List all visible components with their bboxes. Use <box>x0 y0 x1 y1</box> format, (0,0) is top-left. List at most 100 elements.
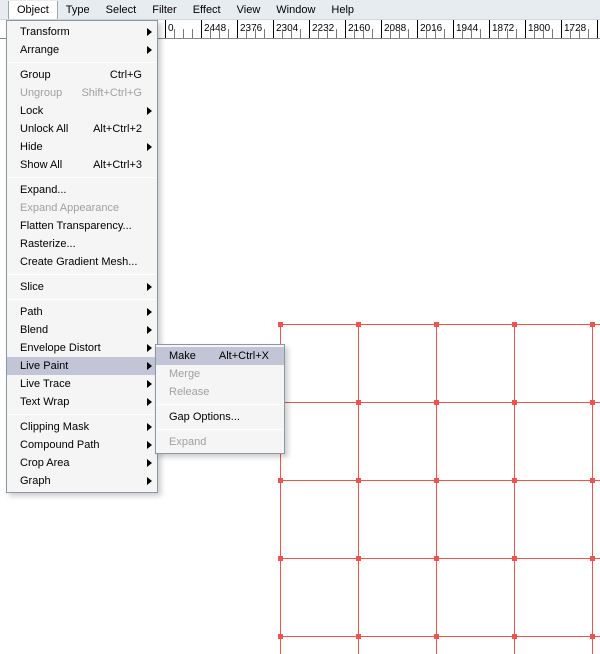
menubar-item-select[interactable]: Select <box>98 1 145 19</box>
ruler-tick: 2016 <box>417 20 418 39</box>
grid-anchor <box>512 634 517 639</box>
ruler-label: 2088 <box>384 23 406 34</box>
object-menu-item-create-gradient-mesh[interactable]: Create Gradient Mesh... <box>7 253 157 271</box>
object-menu-item-rasterize[interactable]: Rasterize... <box>7 235 157 253</box>
menubar: ObjectTypeSelectFilterEffectViewWindowHe… <box>0 0 600 20</box>
object-menu-item-path[interactable]: Path <box>7 303 157 321</box>
grid-anchor <box>434 634 439 639</box>
menu-item-label: Graph <box>20 475 51 487</box>
object-menu-item-hide[interactable]: Hide <box>7 138 157 156</box>
ruler-minor-tick <box>246 29 247 39</box>
menu-item-label: Merge <box>169 368 200 380</box>
ruler-minor-tick <box>372 29 373 39</box>
object-menu-item-live-paint[interactable]: Live Paint <box>7 357 157 375</box>
ruler-label: 1800 <box>528 23 550 34</box>
object-menu-item-compound-path[interactable]: Compound Path <box>7 436 157 454</box>
menu-item-label: Expand... <box>20 184 66 196</box>
ruler-minor-tick <box>390 29 391 39</box>
menubar-item-object[interactable]: Object <box>8 1 58 19</box>
grid-anchor <box>278 478 283 483</box>
grid-line <box>280 402 600 403</box>
ruler-label: 2448 <box>204 23 226 34</box>
submenu-arrow-icon <box>147 107 153 115</box>
grid-anchor <box>512 400 517 405</box>
object-menu-item-text-wrap[interactable]: Text Wrap <box>7 393 157 411</box>
menu-separator <box>8 299 156 300</box>
menu-item-label: Group <box>20 69 51 81</box>
menu-item-label: Lock <box>20 105 43 117</box>
live-paint-item-gap-options[interactable]: Gap Options... <box>156 408 284 426</box>
object-menu-item-blend[interactable]: Blend <box>7 321 157 339</box>
menu-item-label: Slice <box>20 281 44 293</box>
menu-item-shortcut: Alt+Ctrl+2 <box>93 123 142 135</box>
object-menu-item-lock[interactable]: Lock <box>7 102 157 120</box>
grid-line <box>280 480 600 481</box>
menubar-item-view[interactable]: View <box>229 1 269 19</box>
menu-item-label: Compound Path <box>20 439 100 451</box>
grid-anchor <box>434 322 439 327</box>
object-menu-item-group[interactable]: Group Ctrl+G <box>7 66 157 84</box>
ruler-minor-tick <box>228 29 229 39</box>
submenu-arrow-icon <box>147 441 153 449</box>
menu-item-shortcut: Ctrl+G <box>110 69 142 81</box>
menu-item-label: Text Wrap <box>20 396 69 408</box>
ruler-minor-tick <box>471 29 472 39</box>
object-menu-item-expand[interactable]: Expand... <box>7 181 157 199</box>
ruler-minor-tick <box>435 29 436 39</box>
ruler-minor-tick <box>399 29 400 39</box>
object-menu-item-unlock-all[interactable]: Unlock All Alt+Ctrl+2 <box>7 120 157 138</box>
submenu-arrow-icon <box>147 143 153 151</box>
ruler-minor-tick <box>579 29 580 39</box>
ruler-minor-tick <box>264 29 265 39</box>
ruler-tick: 2304 <box>273 20 274 39</box>
object-menu-item-crop-area[interactable]: Crop Area <box>7 454 157 472</box>
grid-line <box>280 324 600 325</box>
ruler-label: 0 <box>168 23 174 34</box>
object-menu-item-clipping-mask[interactable]: Clipping Mask <box>7 418 157 436</box>
ruler-tick: 2088 <box>381 20 382 39</box>
ruler-minor-tick <box>480 29 481 39</box>
ruler-label: 1728 <box>564 23 586 34</box>
menu-item-label: Unlock All <box>20 123 68 135</box>
menubar-item-type[interactable]: Type <box>58 1 98 19</box>
grid-anchor <box>434 556 439 561</box>
ruler-minor-tick <box>255 29 256 39</box>
menu-item-label: Blend <box>20 324 48 336</box>
menu-separator <box>157 429 283 430</box>
object-menu-item-flatten-transparency[interactable]: Flatten Transparency... <box>7 217 157 235</box>
grid-line <box>280 558 600 559</box>
ruler-minor-tick <box>183 29 184 39</box>
menubar-item-effect[interactable]: Effect <box>185 1 229 19</box>
live-paint-item-make[interactable]: MakeAlt+Ctrl+X <box>156 347 284 365</box>
grid-anchor <box>590 634 595 639</box>
menu-item-label: Expand <box>169 436 206 448</box>
submenu-arrow-icon <box>147 380 153 388</box>
menu-item-label: Live Paint <box>20 360 68 372</box>
grid-anchor <box>356 478 361 483</box>
object-menu-item-envelope-distort[interactable]: Envelope Distort <box>7 339 157 357</box>
menu-separator <box>8 62 156 63</box>
grid-anchor <box>278 634 283 639</box>
object-menu-item-expand-appearance: Expand Appearance <box>7 199 157 217</box>
menu-item-label: Make <box>169 350 196 362</box>
ruler-tick: 0 <box>165 20 166 39</box>
object-menu-item-slice[interactable]: Slice <box>7 278 157 296</box>
menubar-item-window[interactable]: Window <box>268 1 323 19</box>
object-menu-item-graph[interactable]: Graph <box>7 472 157 490</box>
menu-item-label: Rasterize... <box>20 238 76 250</box>
ruler-minor-tick <box>570 29 571 39</box>
menubar-item-help[interactable]: Help <box>323 1 362 19</box>
object-menu-item-transform[interactable]: Transform <box>7 23 157 41</box>
object-menu-item-arrange[interactable]: Arrange <box>7 41 157 59</box>
submenu-arrow-icon <box>147 398 153 406</box>
live-paint-item-merge: Merge <box>156 365 284 383</box>
ruler-minor-tick <box>498 29 499 39</box>
ruler-minor-tick <box>210 29 211 39</box>
object-menu-item-show-all[interactable]: Show AllAlt+Ctrl+3 <box>7 156 157 174</box>
menubar-item-filter[interactable]: Filter <box>144 1 184 19</box>
submenu-arrow-icon <box>147 46 153 54</box>
object-menu-item-live-trace[interactable]: Live Trace <box>7 375 157 393</box>
ruler-tick: 1800 <box>525 20 526 39</box>
menu-separator <box>8 274 156 275</box>
grid-anchor <box>278 322 283 327</box>
